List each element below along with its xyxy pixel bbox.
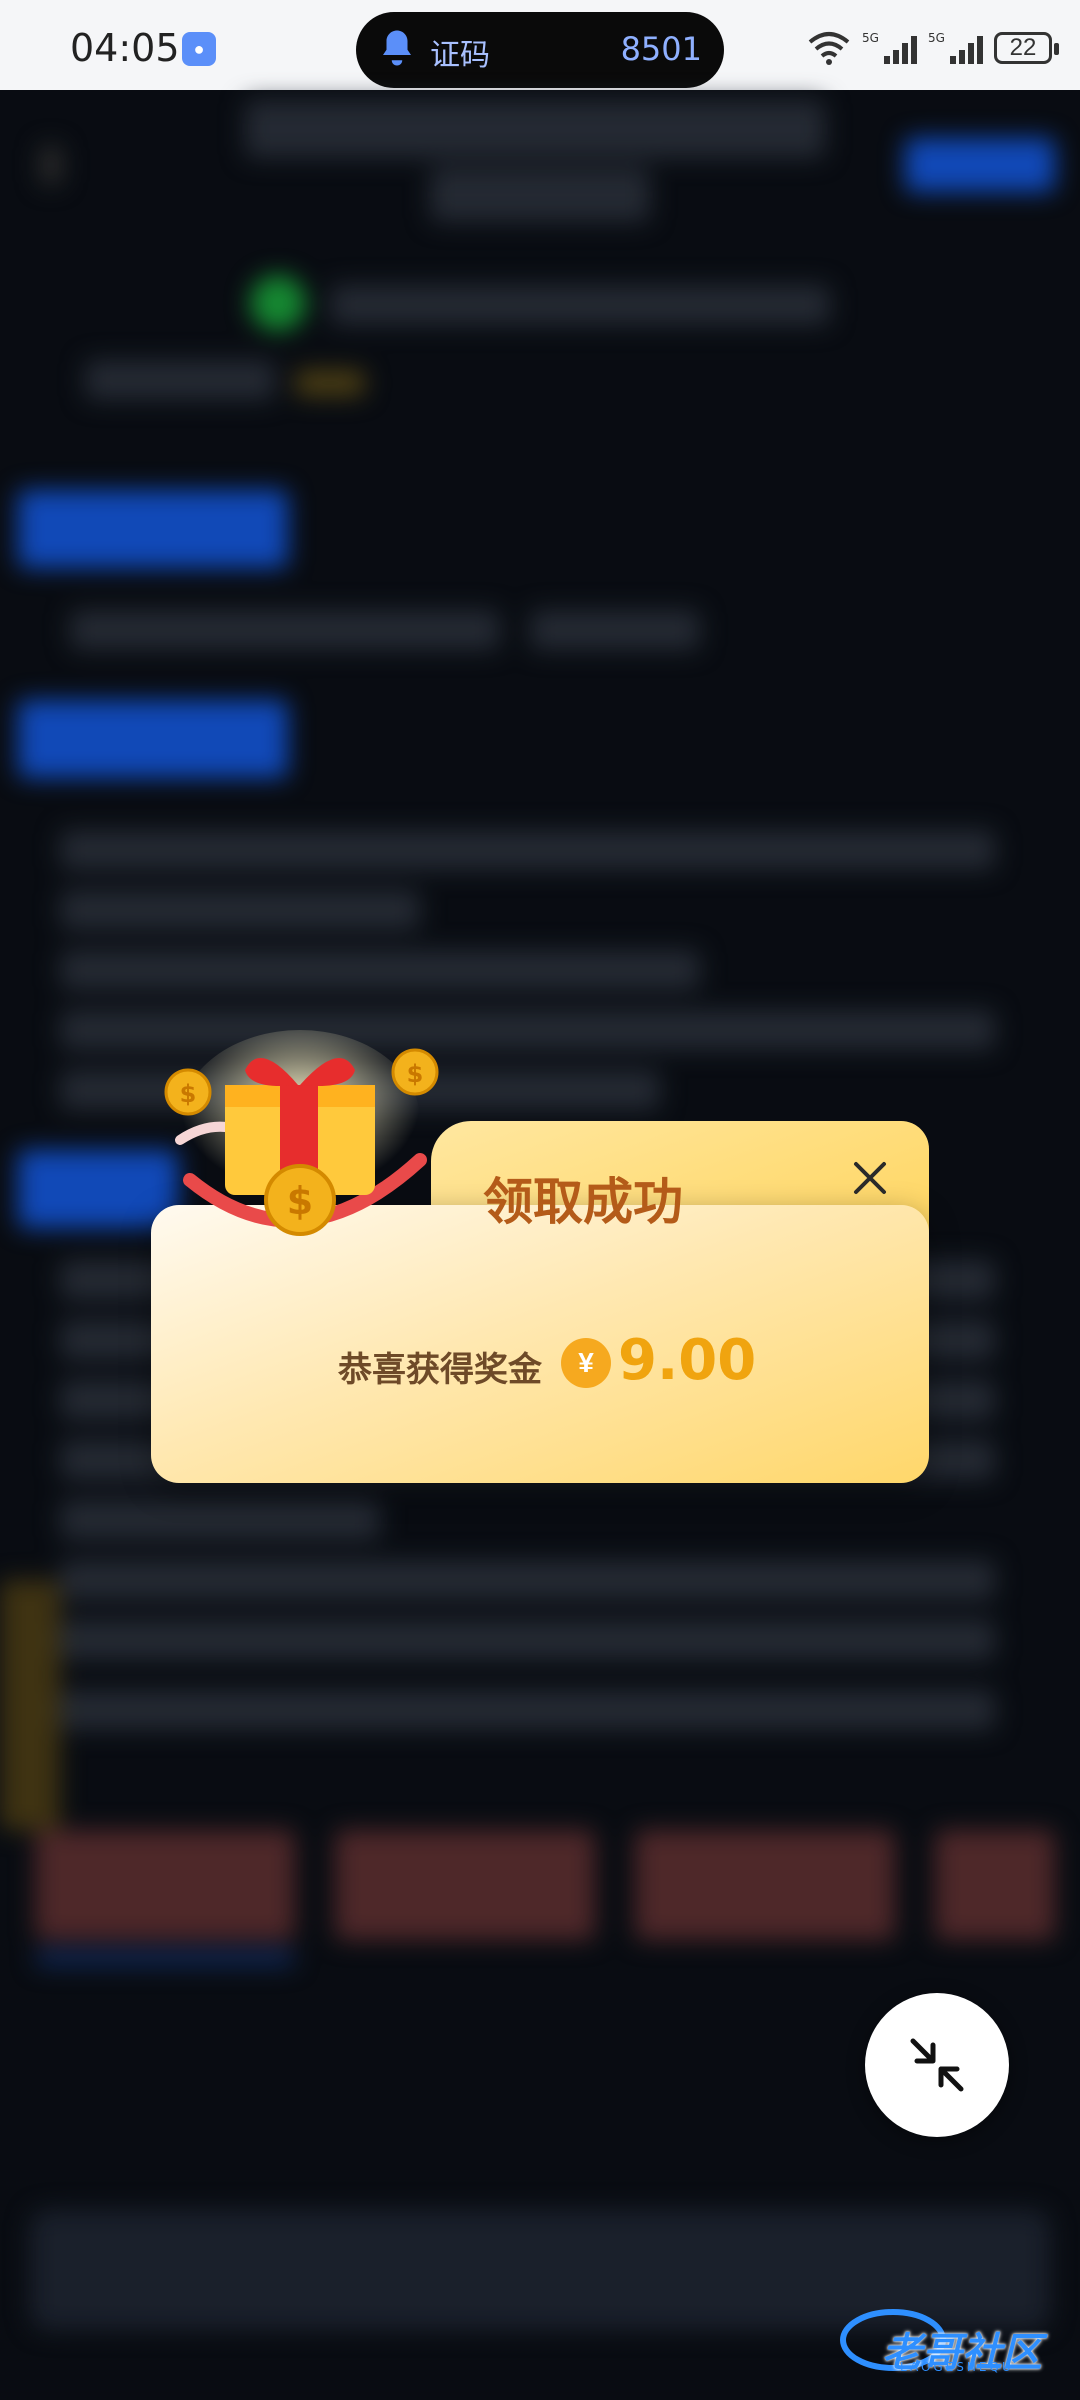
status-time: 04:05 (70, 26, 180, 70)
notification-pill[interactable]: 证码 8501 (356, 12, 724, 88)
close-icon (854, 1162, 886, 1194)
reward-amount: 9.00 (618, 1328, 757, 1393)
svg-text:$: $ (407, 1060, 424, 1088)
collapse-arrows-icon (910, 2038, 964, 2092)
signal-5g-icon: 5G (862, 31, 917, 64)
notification-text: 证码 (430, 38, 490, 73)
watermark-subtext: LAOGESHEQU (900, 2360, 1014, 2374)
svg-text:$: $ (287, 1179, 313, 1223)
wifi-icon (808, 32, 850, 65)
dialog-title: 领取成功 (483, 1173, 683, 1231)
gift-box-icon: $ $ $ (164, 1030, 439, 1236)
svg-text:5G: 5G (862, 31, 879, 45)
bell-icon (383, 30, 411, 66)
svg-text:5G: 5G (928, 31, 945, 45)
yuan-coin-icon: ¥ (561, 1338, 611, 1388)
system-icons: 5G 5G 22 (806, 28, 1059, 68)
svg-text:$: $ (180, 1080, 197, 1108)
message-app-icon: ● (182, 32, 216, 66)
signal-5g-icon-2: 5G (928, 31, 983, 64)
notification-number: 8501 (620, 30, 702, 68)
close-button[interactable] (846, 1154, 894, 1202)
collapse-float-button[interactable] (865, 1993, 1009, 2137)
reward-label: 恭喜获得奖金 (338, 1350, 542, 1390)
status-bar: 04:05 ● 证码 8501 5G 5G 22 (0, 0, 1080, 90)
battery-icon: 22 (994, 32, 1059, 64)
